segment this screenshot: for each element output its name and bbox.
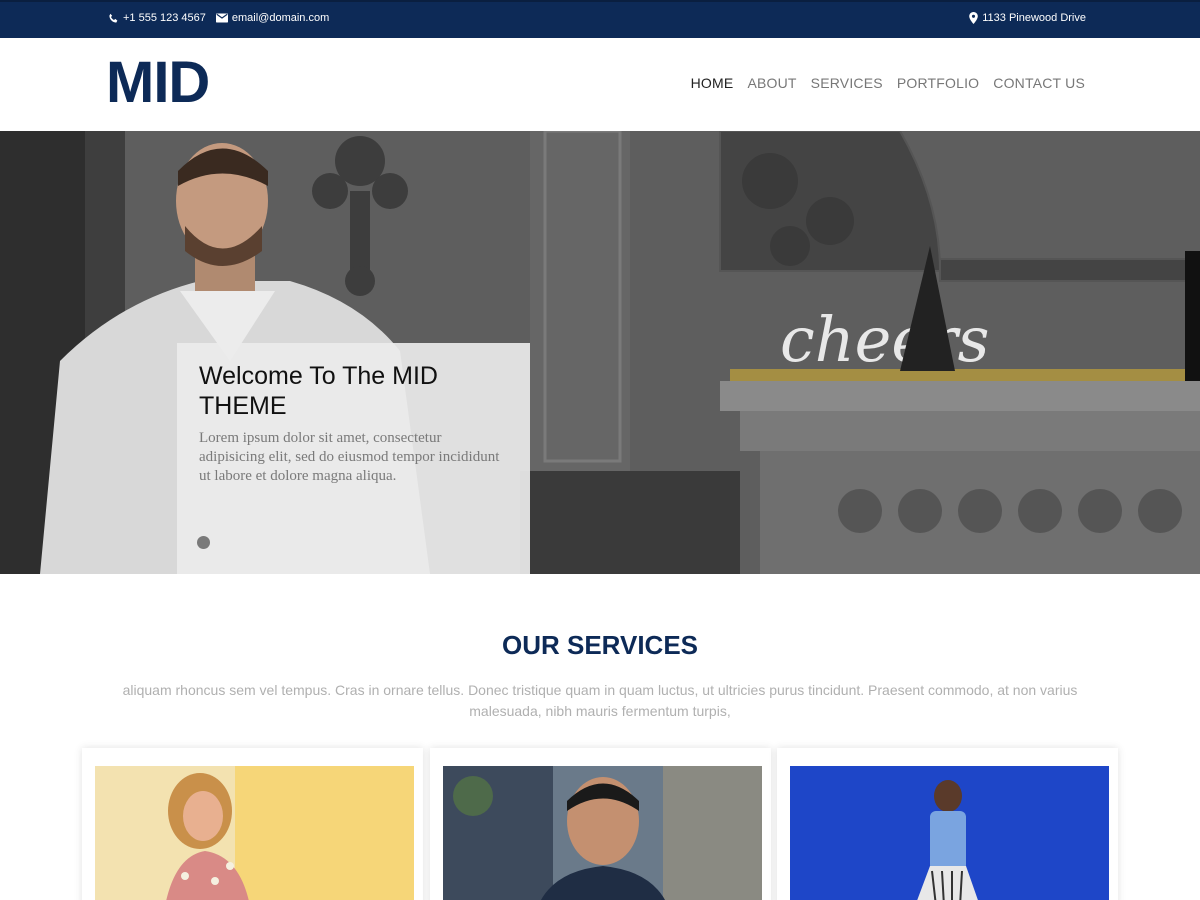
- site-logo[interactable]: MID: [106, 52, 210, 114]
- service-card[interactable]: [777, 748, 1118, 900]
- topbar-email[interactable]: email@domain.com: [215, 12, 330, 24]
- services-cards: [82, 748, 1118, 900]
- nav-services[interactable]: SERVICES: [811, 75, 883, 91]
- nav-home[interactable]: HOME: [691, 75, 734, 91]
- phone-number: +1 555 123 4567: [123, 12, 206, 24]
- envelope-icon: [215, 13, 228, 23]
- service-card[interactable]: [429, 748, 771, 900]
- nav-portfolio[interactable]: PORTFOLIO: [897, 75, 979, 91]
- slider-dot[interactable]: [197, 536, 210, 549]
- svg-text:cheers: cheers: [780, 303, 990, 376]
- service-image: [442, 766, 762, 900]
- topbar-phone[interactable]: +1 555 123 4567: [108, 12, 206, 24]
- hero-slider: cheers Welcome To The MID THEME Lorem ip…: [0, 131, 1200, 574]
- services-title: OUR SERVICES: [501, 630, 698, 660]
- main-nav: HOME ABOUT SERVICES PORTFOLIO CONTACT US: [691, 75, 1085, 91]
- topbar-address: 1133 Pinewood Drive: [969, 12, 1086, 24]
- service-image: [95, 766, 414, 900]
- top-bar: +1 555 123 4567 email@domain.com 1133 Pi…: [0, 0, 1200, 38]
- slide-caption: Welcome To The MID THEME Lorem ipsum dol…: [177, 343, 530, 574]
- nav-contact-us[interactable]: CONTACT US: [993, 75, 1085, 91]
- slide-text: Lorem ipsum dolor sit amet, consectetur …: [199, 430, 500, 484]
- site-header: MID HOME ABOUT SERVICES PORTFOLIO CONTAC…: [0, 38, 1200, 131]
- nav-about[interactable]: ABOUT: [747, 75, 796, 91]
- service-card[interactable]: [82, 748, 423, 900]
- slide-title: Welcome To The MID THEME: [199, 362, 438, 420]
- topbar-contacts: +1 555 123 4567 email@domain.com: [108, 12, 329, 24]
- email-address: email@domain.com: [231, 12, 330, 24]
- map-marker-icon: [969, 12, 979, 24]
- service-image: [790, 766, 1109, 900]
- phone-icon: [108, 13, 119, 24]
- services-description: aliquam rhoncus sem vel tempus. Cras in …: [122, 682, 1078, 719]
- address-text: 1133 Pinewood Drive: [982, 12, 1086, 24]
